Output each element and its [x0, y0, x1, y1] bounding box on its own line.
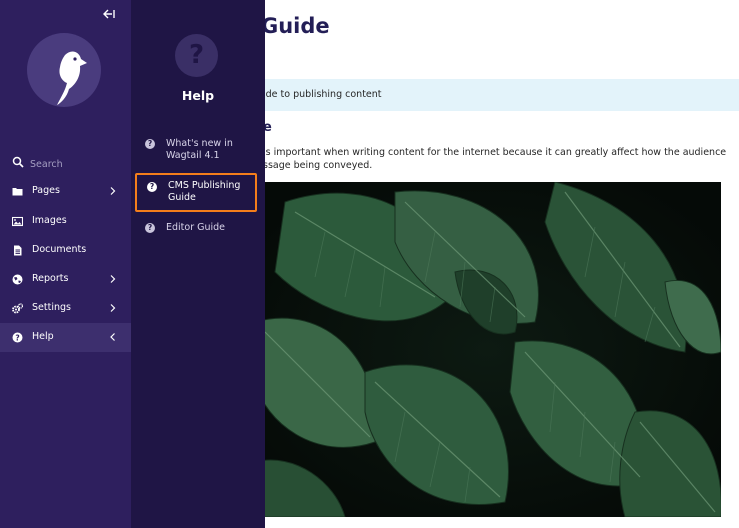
sidebar-item-label: Images	[32, 215, 67, 226]
search-icon	[12, 156, 24, 168]
sidebar-item-label: Pages	[32, 185, 60, 196]
sidebar-item-label: Help	[32, 331, 54, 342]
sidebar-item-reports[interactable]: Reports	[0, 265, 131, 294]
cogs-icon	[12, 303, 23, 314]
paragraph-line-1: is important when writing content for th…	[263, 147, 727, 158]
page-title: Guide	[261, 14, 330, 38]
question-mark-glyph: ?	[188, 40, 205, 70]
collapse-sidebar-button[interactable]	[101, 8, 117, 24]
sidebar-item-label: Documents	[32, 244, 87, 255]
folder-icon	[12, 188, 23, 196]
search-bar[interactable]	[0, 152, 131, 176]
image-icon	[12, 216, 23, 227]
globe-icon	[12, 274, 23, 285]
document-icon	[14, 245, 22, 256]
help-icon: ?	[145, 139, 155, 149]
sidebar-item-label: Settings	[32, 302, 71, 313]
chevron-right-icon	[110, 275, 116, 283]
chevron-left-icon	[110, 333, 115, 341]
sidebar-item-documents[interactable]: Documents	[0, 236, 131, 265]
help-icon: ?	[12, 332, 23, 343]
submenu-item-label: CMS Publishing Guide	[168, 180, 241, 203]
sidebar-item-help[interactable]: ? Help	[0, 323, 131, 352]
search-input[interactable]	[30, 156, 120, 172]
submenu-item-editor-guide[interactable]: ? Editor Guide	[135, 220, 257, 238]
paragraph-line-2: ssage being conveyed.	[263, 160, 373, 171]
help-submenu: ? Help ? What's new in Wagtail 4.1 ? CMS…	[131, 0, 265, 528]
svg-text:?: ?	[15, 333, 19, 342]
help-icon: ?	[145, 223, 155, 233]
help-block-text: ide to publishing content	[263, 89, 382, 100]
sidebar: Pages Images Documents Reports	[0, 0, 131, 528]
sidebar-item-settings[interactable]: Settings	[0, 294, 131, 323]
sidebar-item-pages[interactable]: Pages	[0, 177, 131, 206]
help-icon: ?	[147, 182, 157, 192]
submenu-item-label: Editor Guide	[166, 222, 226, 233]
sidebar-item-images[interactable]: Images	[0, 207, 131, 236]
monstera-leaves-image	[255, 182, 721, 517]
collapse-left-icon	[103, 9, 115, 19]
sidebar-item-label: Reports	[32, 273, 69, 284]
chevron-right-icon	[110, 187, 116, 195]
submenu-item-label: What's new in Wagtail 4.1	[166, 138, 233, 161]
help-large-icon: ?	[175, 34, 218, 77]
chevron-right-icon	[110, 304, 116, 312]
wagtail-logo[interactable]	[27, 33, 101, 107]
submenu-item-whats-new[interactable]: ? What's new in Wagtail 4.1	[135, 136, 257, 166]
submenu-item-cms-publishing-guide[interactable]: ? CMS Publishing Guide	[135, 173, 257, 212]
submenu-title: Help	[181, 88, 215, 103]
